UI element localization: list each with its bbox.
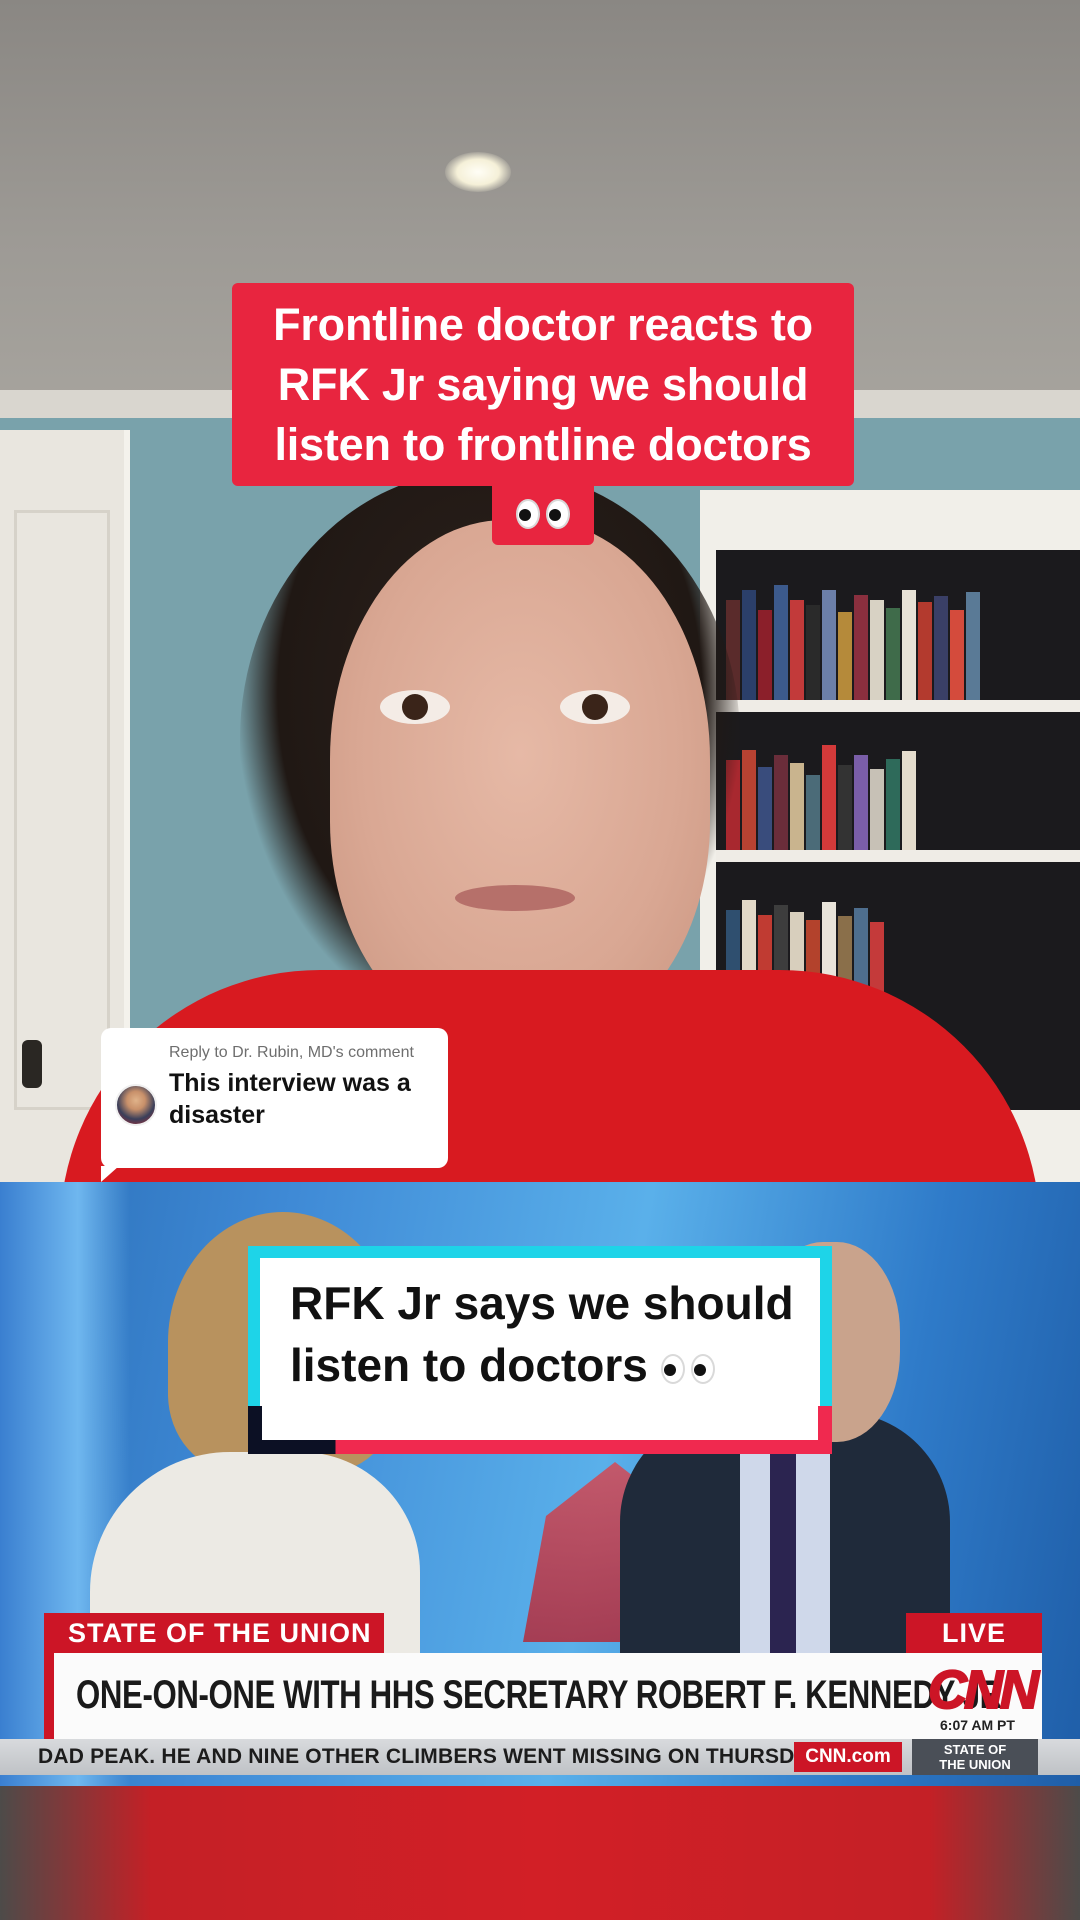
shelf (716, 850, 1080, 862)
live-badge: LIVE (906, 1613, 1042, 1653)
left-eye (380, 690, 450, 724)
door-knob (22, 1040, 42, 1088)
clip-caption-line-2: listen to doctors (290, 1334, 820, 1396)
person-face (330, 520, 710, 1040)
right-eye (560, 690, 630, 724)
ticker-text: DAD PEAK. HE AND NINE OTHER CLIMBERS WEN… (38, 1745, 826, 1768)
reply-comment-text: This interview was a disaster (169, 1069, 411, 1129)
show-tag: STATE OF THE UNION (44, 1613, 384, 1653)
eyes-icon (660, 1353, 715, 1384)
title-line-3: listen to frontline doctors (274, 419, 812, 470)
broadcast-time: 6:07 AM PT (940, 1717, 1015, 1733)
ceiling-light (445, 152, 511, 192)
commenter-avatar (115, 1084, 157, 1126)
clip-caption-line-1: RFK Jr says we should (290, 1277, 794, 1329)
news-ticker: DAD PEAK. HE AND NINE OTHER CLIMBERS WEN… (0, 1739, 1080, 1775)
door-panel (14, 510, 110, 1110)
caption-accent-bar (248, 1440, 832, 1454)
eyes-icon (516, 499, 570, 529)
shelf (716, 700, 1080, 712)
chyron-headline-bar: ONE-ON-ONE WITH HHS SECRETARY ROBERT F. … (44, 1653, 1042, 1739)
reply-label: Reply to Dr. Rubin, MD's comment (169, 1044, 414, 1061)
title-emoji-tab (492, 483, 594, 545)
reply-comment-card[interactable]: Reply to Dr. Rubin, MD's comment This in… (101, 1028, 448, 1182)
title-line-2: RFK Jr saying we should (277, 359, 809, 410)
book-row (726, 735, 1076, 855)
ticker-site-badge: CNN.com (794, 1742, 902, 1772)
book-row (726, 580, 1076, 700)
clip-caption-box: RFK Jr says we should listen to doctors (248, 1246, 832, 1452)
cnn-logo: CNN (927, 1659, 1040, 1721)
video-title-banner: Frontline doctor reacts to RFK Jr saying… (232, 283, 854, 486)
chyron-headline: ONE-ON-ONE WITH HHS SECRETARY ROBERT F. … (76, 1673, 1011, 1717)
title-line-1: Frontline doctor reacts to (273, 299, 813, 350)
mouth (455, 885, 575, 911)
video-frame-bottom (0, 1786, 1080, 1920)
ticker-show-badge: STATE OF THE UNION (912, 1739, 1038, 1775)
video-frame-top (0, 0, 1080, 1182)
